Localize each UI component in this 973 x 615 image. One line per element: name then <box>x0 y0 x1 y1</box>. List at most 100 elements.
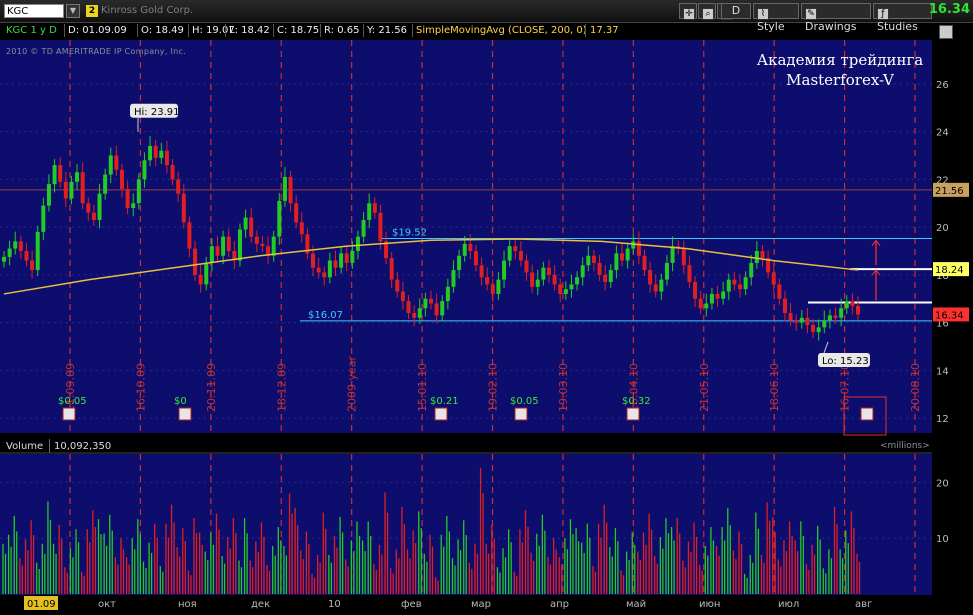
price-tag-label: 18.24 <box>935 265 964 276</box>
candle-body <box>799 317 804 323</box>
candle-body <box>333 260 338 268</box>
candle-body <box>811 324 816 333</box>
candle-body <box>653 284 658 292</box>
candle-body <box>299 222 304 235</box>
panel-divider <box>0 433 973 439</box>
candle-body <box>322 272 327 278</box>
candle-body <box>86 203 91 213</box>
x-month-label: авг <box>855 599 872 610</box>
candle-body <box>698 298 703 309</box>
price-tag-label: 16.34 <box>935 310 964 321</box>
earnings-icon[interactable] <box>860 407 874 421</box>
candle-body <box>844 301 849 309</box>
candle-body <box>41 205 46 232</box>
candle-body <box>288 176 293 204</box>
candle-body <box>743 277 748 290</box>
watermark-text: Академия трейдинга Masterforex-V <box>740 50 940 90</box>
copyright: 2010 © TD AMERITRADE IP Company, Inc. <box>6 47 187 56</box>
candle-body <box>406 301 411 314</box>
candle-body <box>215 246 220 256</box>
candle-body <box>237 229 242 261</box>
candle-body <box>125 188 130 208</box>
candle-body <box>620 253 625 261</box>
date-marker-label: 16.07.10 <box>839 363 852 412</box>
candle-body <box>614 253 619 271</box>
candle-body <box>63 181 68 199</box>
dividend-icon[interactable] <box>626 407 640 421</box>
candle-body <box>434 303 439 316</box>
candle-body <box>159 150 164 158</box>
candle-body <box>367 203 372 220</box>
candle-body <box>389 258 394 280</box>
candle-body <box>80 172 85 204</box>
candle-body <box>176 179 181 194</box>
candle-body <box>552 274 557 285</box>
candle-body <box>631 241 636 249</box>
price-tick-label: 12 <box>936 414 949 425</box>
price-chart[interactable]: 11.09.09 16.10.09 20.11.09 18.12.09 2009 yea… <box>0 0 973 615</box>
dividend-icon[interactable] <box>178 407 192 421</box>
volume-tick-label: 10 <box>936 534 949 545</box>
candle-body <box>148 145 153 161</box>
candle-body <box>153 145 158 158</box>
candle-body <box>541 267 546 280</box>
volume-unit: <millions> <box>880 441 930 451</box>
candle-body <box>794 320 799 323</box>
candle-body <box>181 193 186 223</box>
x-month-label: 10 <box>328 599 341 610</box>
candle-body <box>187 222 192 249</box>
candle-body <box>479 265 484 278</box>
candle-body <box>294 203 299 223</box>
candle-body <box>496 279 501 294</box>
candle-body <box>833 315 838 318</box>
x-month-label: апр <box>550 599 569 610</box>
candle-body <box>749 262 754 278</box>
candle-body <box>316 267 321 273</box>
candle-body <box>282 176 287 201</box>
candle-body <box>586 255 591 266</box>
price-tick-label: 20 <box>936 223 949 234</box>
watermark-line-2: Masterforex-V <box>786 71 894 89</box>
candle-body <box>193 248 198 275</box>
candle-body <box>52 165 57 185</box>
dividend-icon[interactable] <box>434 407 448 421</box>
dividend-icon[interactable] <box>62 407 76 421</box>
candle-body <box>709 293 714 304</box>
dividend-label: $0.21 <box>430 396 459 407</box>
date-marker-label: 18.06.10 <box>768 363 781 412</box>
price-tick-label: 14 <box>936 366 949 377</box>
candle-body <box>507 246 512 261</box>
candle-body <box>535 279 540 287</box>
x-month-label: дек <box>251 599 270 610</box>
candle-body <box>659 279 664 292</box>
candle-body <box>850 301 855 306</box>
volume-axis-background <box>932 454 973 595</box>
candle-body <box>423 298 428 309</box>
candle-body <box>771 272 776 285</box>
candle-body <box>445 286 450 302</box>
candle-body <box>108 155 113 175</box>
candle-body <box>164 150 169 166</box>
candle-body <box>670 246 675 263</box>
candle-body <box>277 200 282 237</box>
candle-body <box>355 236 360 251</box>
level-label: $16.07 <box>308 310 343 321</box>
candle-body <box>805 317 810 325</box>
candle-body <box>209 246 214 263</box>
candle-body <box>591 255 596 263</box>
date-marker-label: 18.12.09 <box>275 363 288 412</box>
candle-body <box>715 293 720 299</box>
level-label: $19.52 <box>392 228 427 239</box>
date-marker-label: 2009 year <box>346 355 359 412</box>
candle-body <box>732 279 737 285</box>
candle-body <box>30 260 35 271</box>
dividend-icon[interactable] <box>514 407 528 421</box>
candle-body <box>69 181 74 199</box>
low-label: Lo: 15.23 <box>822 356 869 367</box>
candle-body <box>339 253 344 268</box>
candle-body <box>462 243 467 256</box>
candle-body <box>412 313 417 318</box>
dividend-label: $0.05 <box>58 396 87 407</box>
candle-body <box>457 255 462 271</box>
candle-body <box>822 320 827 328</box>
